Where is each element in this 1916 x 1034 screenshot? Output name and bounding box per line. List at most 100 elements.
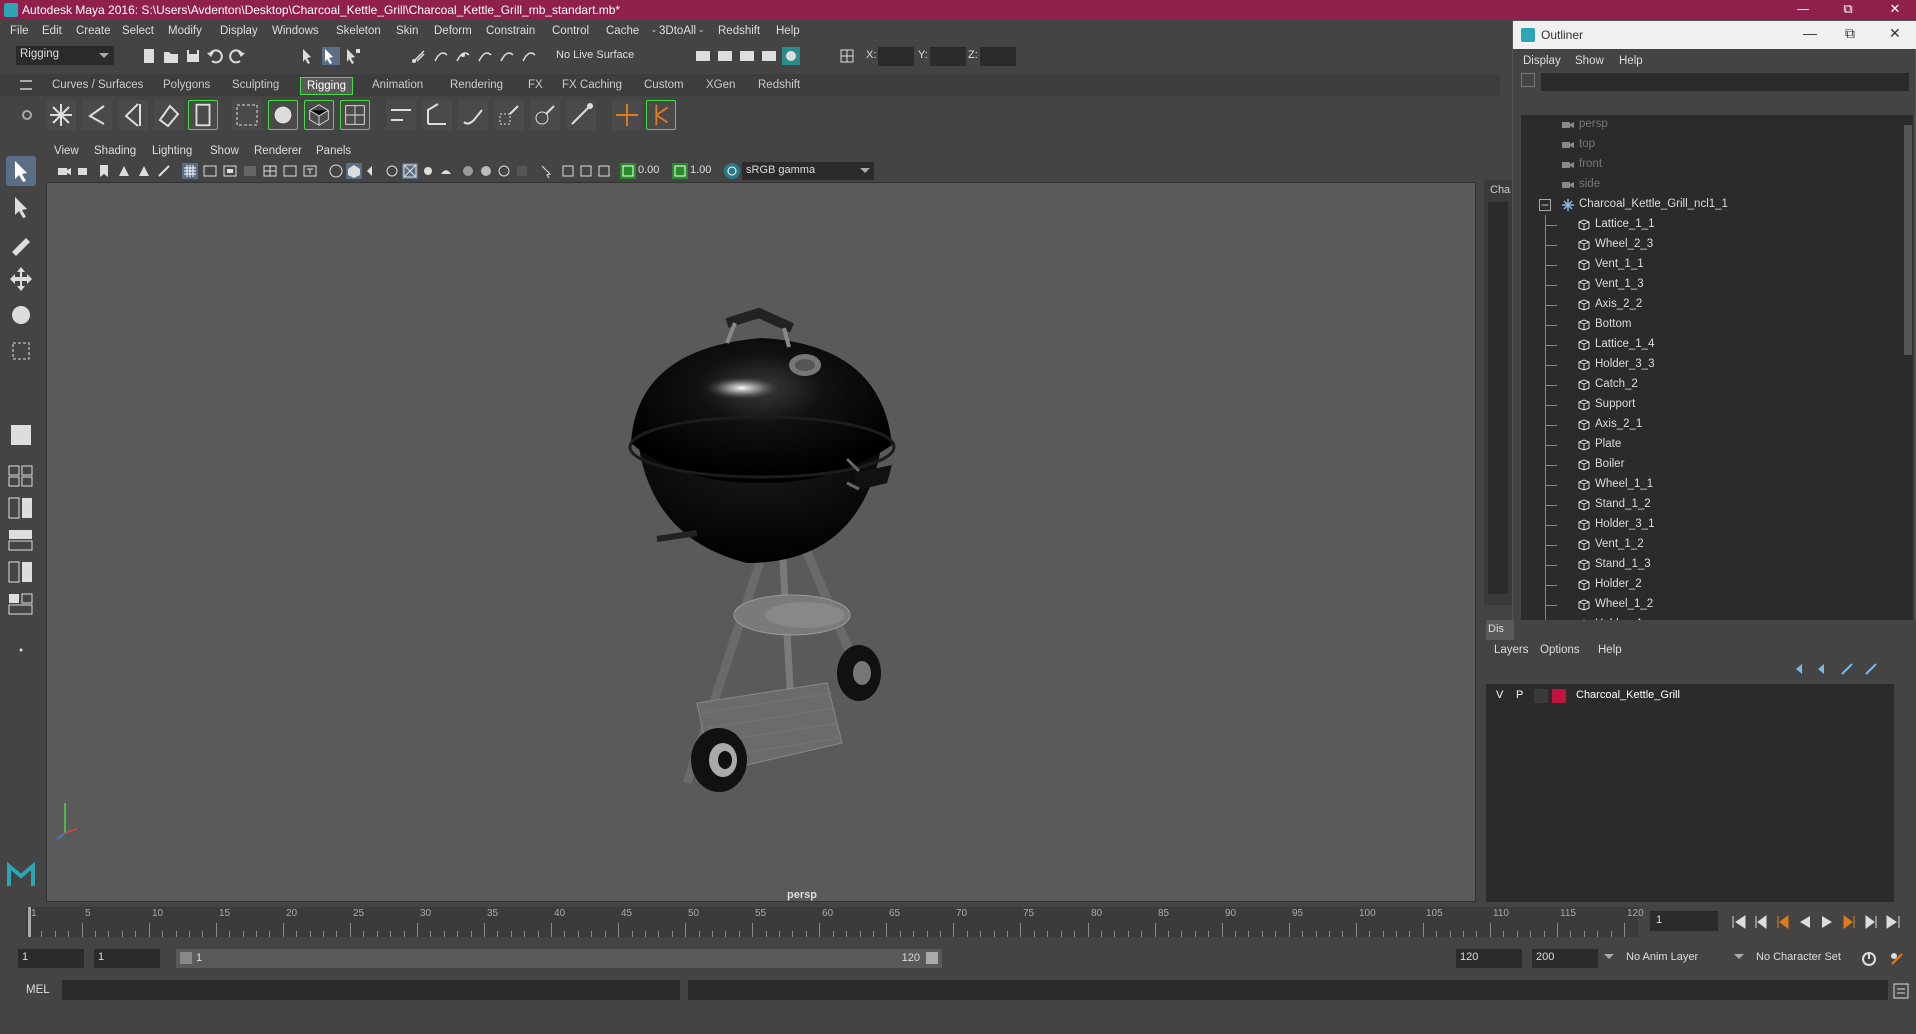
list-item[interactable]: front — [1521, 155, 1901, 175]
wireframe-icon[interactable] — [328, 163, 344, 179]
grease-pencil-icon[interactable] — [156, 163, 172, 179]
lasso-tool-icon[interactable] — [6, 192, 36, 222]
list-item[interactable]: top — [1521, 135, 1901, 155]
chevron-down-icon[interactable] — [1734, 954, 1744, 964]
menu-constrain[interactable]: Constrain — [486, 25, 535, 37]
chevron-down-icon[interactable] — [1604, 954, 1614, 964]
gamma-field[interactable]: 1.00 — [690, 164, 720, 176]
resolution-gate-icon[interactable] — [222, 163, 238, 179]
outliner-child-item[interactable]: Vent_1_1 — [1521, 255, 1901, 275]
film-gate-icon[interactable] — [202, 163, 218, 179]
outliner-child-item[interactable]: Axis_2_1 — [1521, 415, 1901, 435]
two-d-pan-icon[interactable] — [136, 163, 152, 179]
outliner-child-item[interactable]: Boiler — [1521, 455, 1901, 475]
locator-icon[interactable] — [612, 100, 642, 130]
menu-edit[interactable]: Edit — [42, 25, 62, 37]
outliner-child-item[interactable]: Lattice_1_1 — [1521, 215, 1901, 235]
smooth-bind-icon[interactable] — [268, 100, 298, 130]
ipr-render-icon[interactable] — [738, 47, 756, 65]
safe-title-icon[interactable] — [302, 163, 318, 179]
tab-redshift[interactable]: Redshift — [752, 77, 806, 95]
step-back-frame-icon[interactable] — [1774, 913, 1792, 931]
tab-custom[interactable]: Custom — [638, 77, 690, 95]
hypershade-icon[interactable] — [782, 47, 800, 65]
viewport-menu-renderer[interactable]: Renderer — [254, 145, 302, 157]
channel-box-tab[interactable]: Cha — [1490, 184, 1510, 196]
outliner-search-input[interactable] — [1541, 73, 1909, 91]
xray-joints-icon[interactable] — [596, 163, 612, 179]
scrollbar-thumb[interactable] — [1904, 125, 1912, 355]
gate-mask-icon[interactable] — [242, 163, 258, 179]
menu-skin[interactable]: Skin — [396, 25, 418, 37]
motion-blur-icon[interactable] — [478, 163, 494, 179]
tab-polygons[interactable]: Polygons — [157, 77, 216, 95]
tab-curves-surfaces[interactable]: Curves / Surfaces — [46, 77, 149, 95]
perspective-viewport[interactable]: persp — [46, 182, 1476, 902]
bookmark-icon[interactable] — [96, 163, 112, 179]
aim-constraint-icon[interactable] — [422, 100, 452, 130]
layer-row[interactable]: V P Charcoal_Kettle_Grill — [1486, 686, 1890, 706]
new-scene-icon[interactable] — [140, 47, 158, 65]
outliner-vertical-scrollbar[interactable] — [1903, 115, 1913, 635]
toolbox-more-icon[interactable] — [6, 640, 36, 660]
shadows-icon[interactable] — [438, 163, 454, 179]
insert-joint-icon[interactable] — [82, 100, 112, 130]
menu-3dtoall[interactable]: - 3DtoAll - — [652, 25, 703, 37]
outliner-child-item[interactable]: Wheel_1_1 — [1521, 475, 1901, 495]
menu-select[interactable]: Select — [122, 25, 154, 37]
snap-view-plane-icon[interactable] — [476, 47, 494, 65]
outliner-menu-show[interactable]: Show — [1575, 55, 1604, 67]
soft-mod-icon[interactable] — [6, 420, 36, 450]
step-back-key-icon[interactable] — [1752, 913, 1770, 931]
set-driven-key-icon[interactable] — [646, 100, 676, 130]
z-coord-field[interactable] — [980, 47, 1016, 66]
tab-xgen[interactable]: XGen — [700, 77, 741, 95]
play-backwards-icon[interactable] — [1796, 913, 1814, 931]
exposure-icon[interactable] — [620, 163, 636, 179]
outliner-child-item[interactable]: Plate — [1521, 435, 1901, 455]
layer-visibility-toggle[interactable]: V — [1496, 689, 1503, 701]
layout-graph-icon[interactable] — [6, 560, 36, 584]
command-input[interactable] — [62, 980, 680, 1000]
time-ruler[interactable]: 1 5 10 15 20 25 30 35 40 45 50 55 60 65 70 75 80 85 90 95 10… — [26, 907, 1644, 937]
depth-of-field-icon[interactable] — [514, 163, 530, 179]
viewport-menu-shading[interactable]: Shading — [94, 145, 136, 157]
tab-animation[interactable]: Animation — [366, 77, 429, 95]
step-forward-key-icon[interactable] — [1862, 913, 1880, 931]
cluster-deformer-icon[interactable] — [340, 100, 370, 130]
camera-select-icon[interactable] — [56, 163, 72, 179]
layout-two-view-icon[interactable] — [6, 496, 36, 520]
render-frame-icon[interactable] — [716, 47, 734, 65]
layout-outliner-persp-icon[interactable] — [6, 528, 36, 552]
smooth-shade-icon[interactable] — [346, 163, 362, 179]
wireframe-on-shaded-icon[interactable] — [384, 163, 400, 179]
color-space-dropdown[interactable]: sRGB gamma — [742, 162, 874, 180]
outliner-filter-icon[interactable] — [1521, 73, 1535, 87]
ik-handle-icon[interactable] — [188, 100, 218, 130]
outliner-child-item[interactable]: Support — [1521, 395, 1901, 415]
select-object-icon[interactable] — [322, 47, 340, 65]
redo-icon[interactable] — [228, 47, 246, 65]
new-layer-icon[interactable] — [1840, 662, 1856, 676]
render-settings-icon[interactable] — [760, 47, 778, 65]
animation-start-field[interactable]: 1 — [18, 949, 84, 968]
go-to-end-icon[interactable] — [1884, 913, 1902, 931]
move-layer-up-icon[interactable] — [1794, 662, 1810, 676]
minimize-button[interactable]: — — [1785, 0, 1821, 20]
script-editor-icon[interactable] — [1892, 982, 1910, 1000]
layer-color-swatch[interactable] — [1552, 689, 1566, 703]
screen-space-ao-icon[interactable] — [460, 163, 476, 179]
multisample-aa-icon[interactable] — [496, 163, 512, 179]
play-forwards-icon[interactable] — [1818, 913, 1836, 931]
new-layer-selected-icon[interactable] — [1864, 662, 1880, 676]
bind-skin-icon[interactable] — [232, 100, 262, 130]
open-scene-icon[interactable] — [162, 47, 180, 65]
layers-menu-help[interactable]: Help — [1598, 644, 1622, 656]
outliner-child-item[interactable]: Holder_2 — [1521, 575, 1901, 595]
viewport-menu-panels[interactable]: Panels — [316, 145, 351, 157]
snap-live-icon[interactable] — [498, 47, 516, 65]
auto-key-icon[interactable] — [1860, 950, 1878, 968]
menu-display[interactable]: Display — [220, 25, 258, 37]
snap-point-icon[interactable] — [454, 47, 472, 65]
viewport-menu-show[interactable]: Show — [210, 145, 239, 157]
